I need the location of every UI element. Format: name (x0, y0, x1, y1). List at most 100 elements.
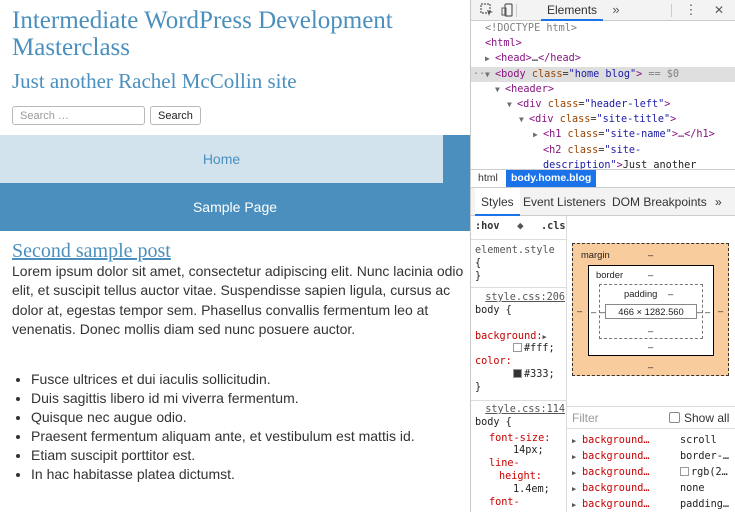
devtools-toolbar: Elements » ⋮ ✕ (471, 0, 735, 21)
computed-row[interactable]: ▶ background… scroll (567, 433, 735, 449)
margin-bottom-value: – (648, 361, 654, 372)
dom-node-header[interactable]: ▼ <header> (471, 82, 735, 97)
hover-state-toggle[interactable]: :hov (475, 221, 500, 234)
dom-node-h2-cont[interactable]: description">Just another (471, 158, 735, 169)
box-model-border[interactable]: border – – – – padding – – – – 466 × 128… (588, 265, 714, 356)
selected-marker: == $0 (648, 68, 680, 80)
tag-text: >…</h1> (671, 129, 715, 141)
computed-value: scroll (680, 435, 717, 446)
dom-node-body-selected[interactable]: ··· ▼ <body class="home blog"> == $0 (471, 66, 735, 82)
css-property: font- (489, 496, 520, 508)
css-declaration[interactable]: background:▶ (475, 330, 566, 344)
dom-node-doctype[interactable]: <!DOCTYPE html> (471, 21, 735, 36)
color-swatch-icon[interactable] (513, 343, 522, 353)
expand-arrow-icon[interactable]: ▶ (572, 449, 576, 465)
computed-row[interactable]: ▶ background… none (567, 481, 735, 497)
padding-top-value: – (668, 288, 674, 299)
computed-value: none (680, 483, 705, 494)
close-icon[interactable]: ✕ (712, 3, 726, 17)
post-body: Lorem ipsum dolor sit amet, consectetur … (12, 263, 464, 338)
color-swatch-icon[interactable] (513, 368, 522, 378)
tab-elements[interactable]: Elements (541, 0, 604, 21)
show-all-label: Show all (684, 411, 730, 425)
class-toggle[interactable]: .cls (541, 221, 566, 234)
collapse-arrow-icon[interactable]: ▼ (495, 82, 505, 97)
search-form: Search (12, 106, 201, 125)
tab-dom-breakpoints[interactable]: DOM Breakpoints (612, 188, 707, 216)
node-actions-icon[interactable]: ··· (473, 67, 491, 82)
rule-source-link[interactable]: style.css:206 (485, 292, 565, 305)
expand-arrow-icon[interactable]: ▶ (572, 465, 576, 481)
more-tabs-icon[interactable]: » (609, 3, 623, 17)
dom-node-h1[interactable]: ▶ <h1 class="site-name">…</h1> (471, 127, 735, 142)
computed-filter-bar: Filter Show all (567, 406, 735, 429)
site-name[interactable]: Intermediate WordPress Development Maste… (12, 7, 462, 61)
css-property: line- (489, 458, 520, 470)
css-declaration[interactable]: height: (475, 470, 566, 484)
breadcrumb-body[interactable]: body.home.blog (506, 170, 597, 187)
more-pane-tabs-icon[interactable]: » (715, 188, 722, 216)
computed-property: background… (582, 451, 650, 462)
attr-value: "home blog" (568, 68, 637, 80)
expand-arrow-icon[interactable]: ▶ (485, 51, 495, 66)
kebab-menu-icon[interactable]: ⋮ (684, 3, 698, 17)
css-declaration[interactable]: font- (475, 496, 566, 510)
color-swatch-icon[interactable] (680, 467, 689, 476)
expand-arrow-icon[interactable]: ▶ (572, 481, 576, 497)
rule-selector: body { (475, 304, 512, 316)
rule-source-link[interactable]: style.css:114 (485, 404, 565, 417)
dom-node-head[interactable]: ▶ <head>…</head> (471, 51, 735, 66)
diamond-icon[interactable]: ◆ (517, 219, 524, 233)
inspect-element-icon[interactable] (480, 3, 494, 17)
dom-node-h2[interactable]: <h2 class="site- (471, 143, 735, 158)
attr-name: class (567, 129, 599, 141)
site-preview: Intermediate WordPress Development Maste… (0, 0, 470, 512)
collapse-arrow-icon[interactable]: ▼ (519, 112, 529, 127)
post-title-link[interactable]: Second sample post (12, 240, 171, 262)
computed-row[interactable]: ▶ background… padding… (567, 497, 735, 512)
dom-node-header-left[interactable]: ▼ <div class="header-left"> (471, 97, 735, 112)
attr-value: "site-name" (604, 129, 672, 141)
rule-divider (471, 400, 566, 401)
css-property: font-size: (489, 432, 551, 444)
computed-filter-input[interactable]: Filter (572, 411, 599, 425)
dom-node-site-title[interactable]: ▼ <div class="site-title"> (471, 112, 735, 127)
css-declaration[interactable]: line- (475, 458, 566, 471)
box-model-content-size[interactable]: 466 × 1282.560 (605, 304, 697, 319)
attr-value: description" (543, 159, 617, 169)
nav-item-home[interactable]: Home (0, 135, 443, 183)
collapse-arrow-icon[interactable]: ▼ (507, 97, 517, 112)
rule-close-brace: } (475, 381, 482, 393)
computed-styles: Filter Show all ▶ background… scroll ▶ b… (567, 406, 735, 512)
css-value: 14px; (513, 445, 544, 457)
expand-arrow-icon[interactable]: ▶ (542, 333, 546, 341)
padding-right-value: – (697, 306, 703, 317)
nav-item-sample-page[interactable]: Sample Page (0, 183, 470, 231)
computed-row[interactable]: ▶ background… border-… (567, 449, 735, 465)
dom-node-html[interactable]: <html> (471, 36, 735, 51)
computed-property: background… (582, 467, 650, 478)
tab-event-listeners[interactable]: Event Listeners (523, 188, 606, 216)
css-property: background: (475, 330, 543, 342)
device-toolbar-icon[interactable] (501, 3, 515, 17)
search-button[interactable]: Search (150, 106, 201, 125)
tab-styles[interactable]: Styles (475, 188, 520, 216)
search-input[interactable] (12, 106, 145, 125)
css-declaration[interactable]: font-size: (475, 432, 566, 446)
box-model-padding[interactable]: padding – – – – 466 × 1282.560 (599, 284, 703, 339)
css-declaration[interactable]: color: (475, 356, 566, 369)
box-model-margin[interactable]: margin – – – – border – – – – padding – … (572, 243, 729, 376)
expand-arrow-icon[interactable]: ▶ (572, 497, 576, 512)
tag-text: <div (529, 114, 554, 126)
breadcrumb-html[interactable]: html (473, 170, 503, 187)
css-property: height: (499, 470, 542, 482)
css-value: #333; (524, 368, 555, 380)
computed-row[interactable]: ▶ background… rgb(2… (567, 465, 735, 481)
css-value-row: #fff; (475, 343, 566, 356)
show-all-checkbox[interactable]: Show all (669, 411, 729, 425)
expand-arrow-icon[interactable]: ▶ (572, 433, 576, 449)
breadcrumb: html body.home.blog (471, 169, 735, 188)
expand-arrow-icon[interactable]: ▶ (533, 127, 543, 142)
border-left-value: – (591, 306, 597, 317)
checkbox-icon[interactable] (669, 412, 680, 423)
